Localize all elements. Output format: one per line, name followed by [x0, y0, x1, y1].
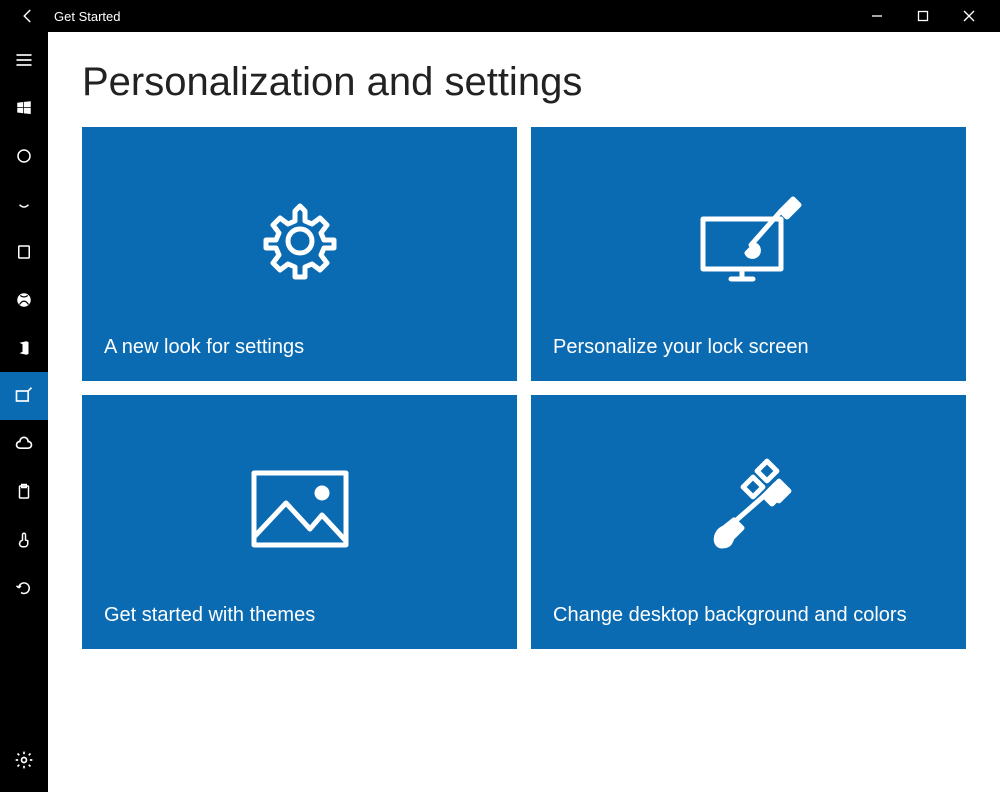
- personalize-icon: [14, 386, 34, 406]
- sidebar-item-refresh[interactable]: [0, 564, 48, 612]
- minimize-icon: [871, 10, 883, 22]
- smile-icon: [15, 195, 33, 213]
- sidebar-item-tablet[interactable]: [0, 228, 48, 276]
- office-icon: [15, 339, 33, 357]
- tile-lock-screen[interactable]: Personalize your lock screen: [531, 127, 966, 381]
- sidebar-item-office[interactable]: [0, 324, 48, 372]
- clipboard-icon: [15, 483, 33, 501]
- swatches-brush-icon: [694, 454, 804, 564]
- tiles-grid: A new look for settings Personalize your…: [82, 127, 966, 649]
- sidebar-item-xbox[interactable]: [0, 276, 48, 324]
- sidebar-item-feedback[interactable]: [0, 180, 48, 228]
- xbox-icon: [15, 291, 33, 309]
- arrow-left-icon: [19, 7, 37, 25]
- sidebar-item-settings[interactable]: [0, 736, 48, 784]
- tile-label: A new look for settings: [104, 336, 495, 359]
- maximize-button[interactable]: [900, 0, 946, 32]
- tile-settings-look[interactable]: A new look for settings: [82, 127, 517, 381]
- circle-icon: [15, 147, 33, 165]
- sidebar-item-windows[interactable]: [0, 84, 48, 132]
- close-icon: [963, 10, 975, 22]
- close-button[interactable]: [946, 0, 992, 32]
- monitor-brush-icon: [689, 191, 809, 291]
- sidebar: [0, 32, 48, 792]
- windows-icon: [15, 99, 33, 117]
- content-area: Personalization and settings A new look …: [48, 32, 1000, 792]
- page-title: Personalization and settings: [82, 60, 966, 105]
- gear-icon: [14, 750, 34, 770]
- sidebar-item-clipboard[interactable]: [0, 468, 48, 516]
- refresh-icon: [15, 579, 33, 597]
- sidebar-item-touch[interactable]: [0, 516, 48, 564]
- back-button[interactable]: [8, 0, 48, 32]
- sidebar-item-cloud[interactable]: [0, 420, 48, 468]
- titlebar: Get Started: [0, 0, 1000, 32]
- tile-label: Change desktop background and colors: [553, 604, 944, 627]
- gear-icon: [250, 191, 350, 291]
- cloud-icon: [14, 434, 34, 454]
- tile-background-colors[interactable]: Change desktop background and colors: [531, 395, 966, 649]
- window-title: Get Started: [54, 9, 120, 24]
- sidebar-item-personalize[interactable]: [0, 372, 48, 420]
- sidebar-hamburger[interactable]: [0, 36, 48, 84]
- touch-icon: [15, 531, 33, 549]
- picture-icon: [240, 459, 360, 559]
- tile-label: Get started with themes: [104, 604, 495, 627]
- tile-themes[interactable]: Get started with themes: [82, 395, 517, 649]
- minimize-button[interactable]: [854, 0, 900, 32]
- hamburger-icon: [14, 50, 34, 70]
- sidebar-item-cortana[interactable]: [0, 132, 48, 180]
- tablet-icon: [15, 243, 33, 261]
- maximize-icon: [917, 10, 929, 22]
- tile-label: Personalize your lock screen: [553, 336, 944, 359]
